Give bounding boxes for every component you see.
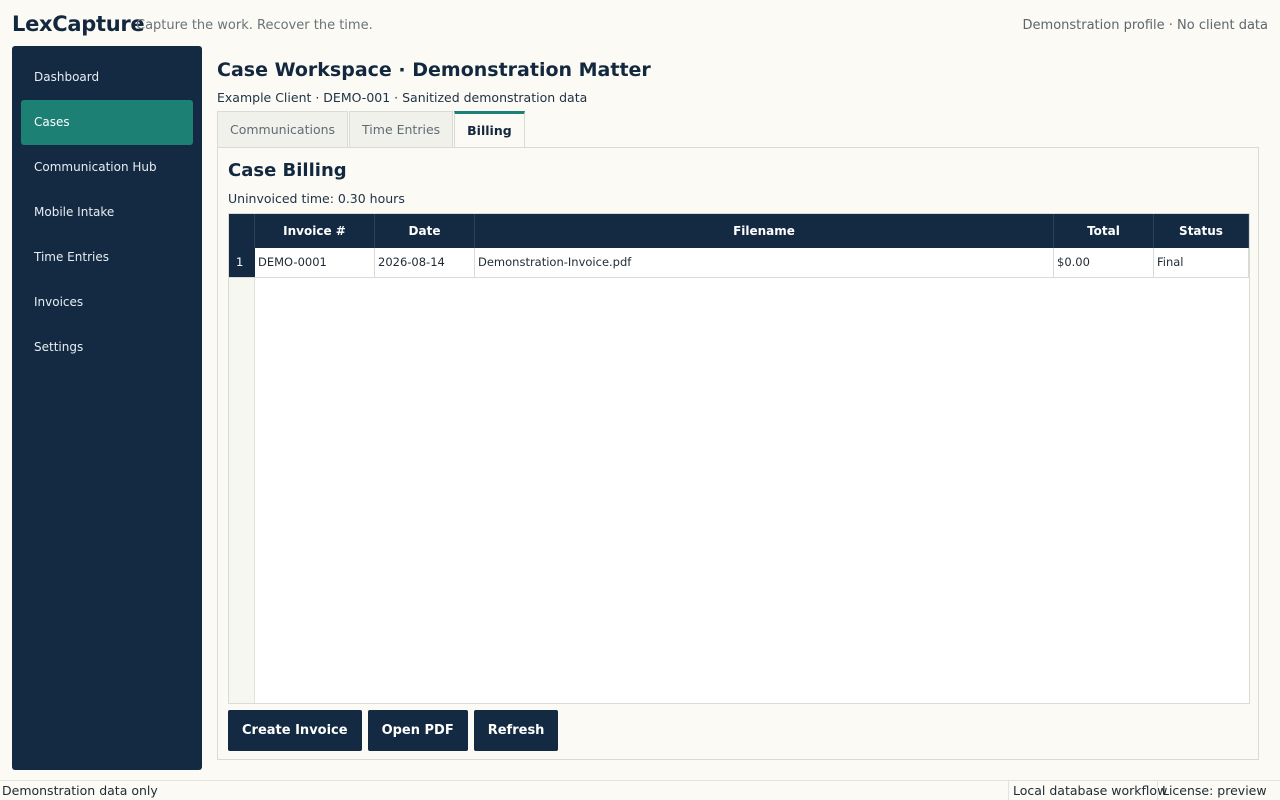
tab-time-entries[interactable]: Time Entries <box>349 111 454 147</box>
cell-filename[interactable]: Demonstration-Invoice.pdf <box>475 248 1054 277</box>
row-gutter <box>229 214 255 703</box>
column-header-status[interactable]: Status <box>1154 214 1249 248</box>
status-bar: Demonstration data only Local database w… <box>0 780 1280 800</box>
row-number[interactable]: 1 <box>229 248 255 277</box>
invoice-table[interactable]: Invoice # Date Filename Total Status 1 D… <box>228 213 1250 704</box>
page-subtitle: Example Client · DEMO-001 · Sanitized de… <box>217 90 588 105</box>
table-row[interactable]: 1 DEMO-0001 2026-08-14 Demonstration-Inv… <box>229 248 1249 278</box>
sidebar-item-time-entries[interactable]: Time Entries <box>21 235 193 280</box>
status-license: License: preview <box>1157 781 1271 800</box>
billing-panel: Case Billing Uninvoiced time: 0.30 hours… <box>217 147 1259 760</box>
sidebar-item-communication-hub[interactable]: Communication Hub <box>21 145 193 190</box>
column-header-total[interactable]: Total <box>1054 214 1154 248</box>
sidebar-item-cases[interactable]: Cases <box>21 100 193 145</box>
page-title: Case Workspace · Demonstration Matter <box>217 59 651 81</box>
table-header: Invoice # Date Filename Total Status <box>229 214 1249 248</box>
uninvoiced-time: Uninvoiced time: 0.30 hours <box>228 191 405 206</box>
cell-invoice[interactable]: DEMO-0001 <box>255 248 375 277</box>
tab-communications[interactable]: Communications <box>217 111 349 147</box>
sidebar-item-dashboard[interactable]: Dashboard <box>21 55 193 100</box>
sidebar-item-settings[interactable]: Settings <box>21 325 193 370</box>
main-content: Case Workspace · Demonstration Matter Ex… <box>217 46 1259 770</box>
column-header-date[interactable]: Date <box>375 214 475 248</box>
open-pdf-button[interactable]: Open PDF <box>367 710 468 751</box>
status-database: Local database workflow <box>1008 781 1171 800</box>
sidebar-item-mobile-intake[interactable]: Mobile Intake <box>21 190 193 235</box>
cell-date[interactable]: 2026-08-14 <box>375 248 475 277</box>
status-demo-note: Demonstration data only <box>2 783 158 798</box>
tab-billing[interactable]: Billing <box>454 111 525 148</box>
sidebar: Dashboard Cases Communication Hub Mobile… <box>12 46 202 770</box>
column-header-filename[interactable]: Filename <box>475 214 1054 248</box>
profile-indicator: Demonstration profile · No client data <box>1022 18 1268 33</box>
app-header: LexCapture Capture the work. Recover the… <box>0 0 1280 46</box>
cell-total[interactable]: $0.00 <box>1054 248 1154 277</box>
column-header-invoice[interactable]: Invoice # <box>255 214 375 248</box>
billing-title: Case Billing <box>228 160 347 181</box>
cell-status[interactable]: Final <box>1154 248 1249 277</box>
tab-bar: Communications Time Entries Billing <box>217 111 526 148</box>
app-brand: LexCapture <box>12 12 145 36</box>
app-tagline: Capture the work. Recover the time. <box>136 18 373 33</box>
refresh-button[interactable]: Refresh <box>473 710 559 751</box>
billing-actions: Create Invoice Open PDF Refresh <box>228 710 559 751</box>
sidebar-item-invoices[interactable]: Invoices <box>21 280 193 325</box>
table-corner[interactable] <box>229 214 255 248</box>
create-invoice-button[interactable]: Create Invoice <box>228 710 362 751</box>
